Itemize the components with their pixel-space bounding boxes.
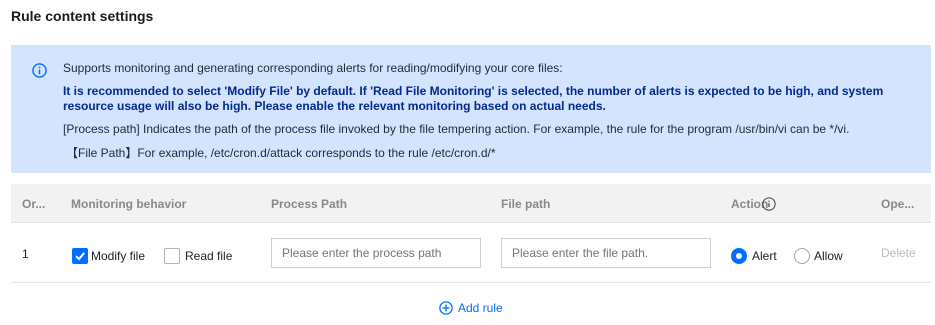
info-line-intro: Supports monitoring and generating corre… — [63, 61, 563, 75]
row-order: 1 — [22, 247, 29, 261]
info-line-recommendation-cont: resource usage will also be high. Please… — [63, 99, 606, 113]
process-path-input[interactable] — [271, 238, 481, 268]
header-file-path: File path — [501, 197, 551, 211]
info-banner: Supports monitoring and generating corre… — [11, 45, 931, 173]
help-icon[interactable] — [762, 197, 776, 211]
file-path-input[interactable] — [501, 238, 711, 268]
add-circle-icon — [439, 301, 453, 315]
add-rule-button[interactable]: Add rule — [439, 301, 503, 315]
info-line-recommendation: It is recommended to select 'Modify File… — [63, 84, 884, 98]
header-monitoring-behavior: Monitoring behavior — [71, 197, 187, 211]
header-process-path: Process Path — [271, 197, 348, 211]
info-line-file-path: 【File Path】For example, /etc/cron.d/atta… — [66, 146, 496, 160]
info-line-process-path: [Process path] Indicates the path of the… — [63, 122, 850, 136]
header-order: Or... — [22, 197, 46, 211]
read-file-label[interactable]: Read file — [185, 249, 232, 263]
read-file-checkbox[interactable] — [164, 248, 180, 264]
delete-button[interactable]: Delete — [881, 246, 916, 260]
add-rule-label: Add rule — [458, 301, 503, 315]
modify-file-checkbox[interactable] — [72, 248, 88, 264]
modify-file-label[interactable]: Modify file — [91, 249, 145, 263]
allow-radio[interactable] — [794, 248, 810, 264]
info-icon — [32, 63, 47, 78]
check-icon — [75, 252, 85, 261]
table-header: Or... Monitoring behavior Process Path F… — [11, 184, 931, 223]
allow-label[interactable]: Allow — [814, 249, 843, 263]
alert-radio[interactable] — [731, 248, 747, 264]
section-title: Rule content settings — [11, 8, 154, 24]
alert-label[interactable]: Alert — [752, 249, 777, 263]
header-operation: Ope... — [881, 197, 915, 211]
